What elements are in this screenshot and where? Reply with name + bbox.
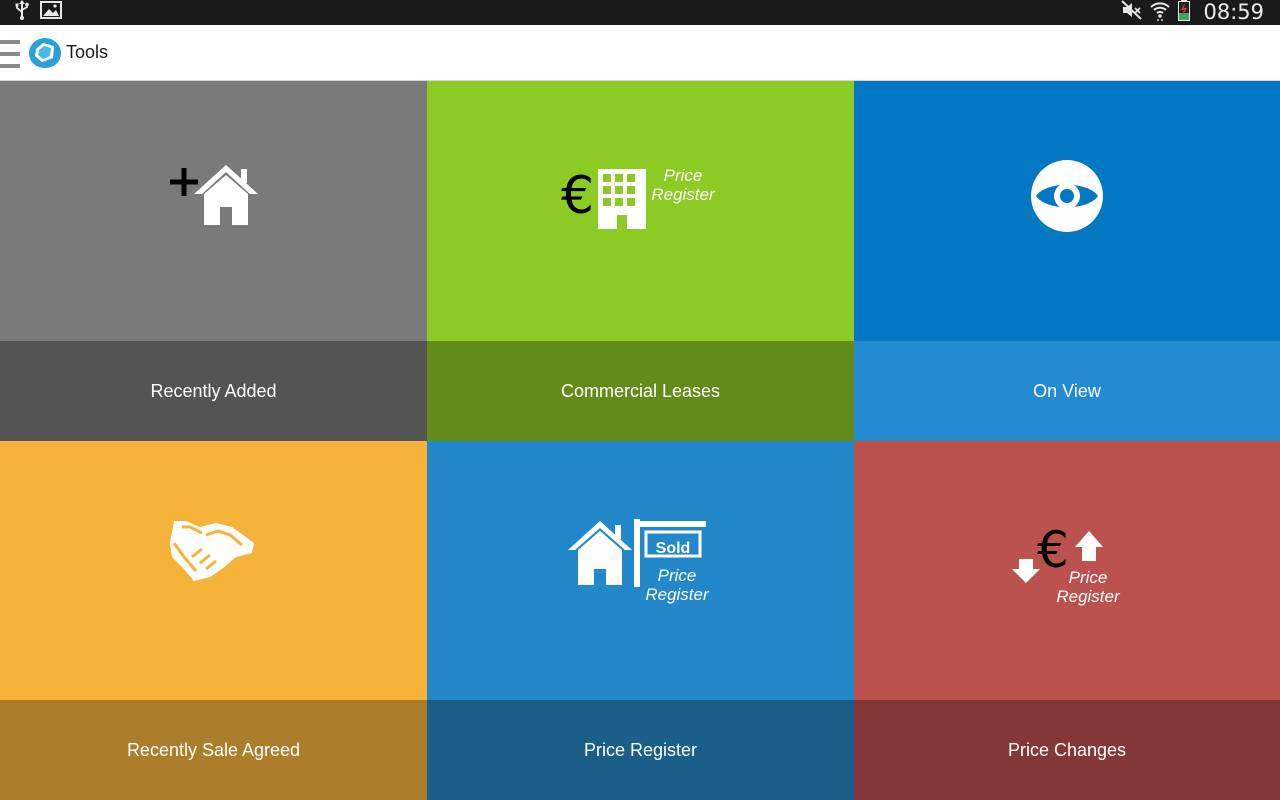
wifi-icon xyxy=(1149,0,1171,26)
sold-price-register-text: Sold Price Register xyxy=(645,540,710,604)
svg-text:Price: Price xyxy=(664,166,703,185)
tile-label: Recently Sale Agreed xyxy=(0,700,427,800)
price-register-text: Price Register xyxy=(1056,568,1121,606)
tile-label: Commercial Leases xyxy=(427,341,854,441)
app-logo[interactable] xyxy=(28,37,62,69)
tile-commercial-leases[interactable]: € Price Register Commercial Leases xyxy=(427,81,854,441)
usb-icon xyxy=(14,0,30,25)
tile-art xyxy=(0,81,427,341)
tile-price-register[interactable]: Sold Price Register Price Register xyxy=(427,441,854,800)
handshake-icon xyxy=(170,521,254,581)
image-notification-icon xyxy=(40,1,62,24)
status-clock: 08:59 xyxy=(1203,0,1264,24)
add-house-icon xyxy=(170,165,258,225)
tile-recently-added[interactable]: Recently Added xyxy=(0,81,427,441)
tile-label: Recently Added xyxy=(0,341,427,441)
status-bar-system: 08:59 xyxy=(1121,0,1264,25)
tile-recently-sale-agreed[interactable]: Recently Sale Agreed xyxy=(0,441,427,800)
battery-icon xyxy=(1177,0,1191,26)
tile-on-view[interactable]: On View xyxy=(854,81,1280,441)
app-title: Tools xyxy=(66,42,109,62)
price-register-text: Price Register xyxy=(651,166,716,204)
svg-text:€: € xyxy=(561,166,594,226)
hamburger-menu-icon[interactable] xyxy=(0,40,22,70)
tile-art: € Price Register xyxy=(427,81,854,341)
action-bar: Tools xyxy=(0,25,1280,81)
svg-text:Register: Register xyxy=(645,585,710,604)
tile-label: Price Register xyxy=(427,700,854,800)
svg-text:Price: Price xyxy=(658,566,697,585)
eye-icon xyxy=(1031,160,1103,232)
status-bar: 08:59 xyxy=(0,0,1280,25)
svg-text:Register: Register xyxy=(651,185,716,204)
tile-art: Sold Price Register xyxy=(427,441,854,700)
tools-grid: Recently Added € Price Register Commerci… xyxy=(0,81,1280,800)
svg-text:Register: Register xyxy=(1056,587,1121,606)
tile-label: Price Changes xyxy=(854,700,1280,800)
mute-icon xyxy=(1121,0,1143,25)
tile-price-changes[interactable]: € Price Register Price Changes xyxy=(854,441,1280,800)
status-bar-notifications xyxy=(14,0,62,25)
tile-art: € Price Register xyxy=(854,441,1280,700)
tile-art xyxy=(0,441,427,700)
tile-art xyxy=(854,81,1280,341)
svg-text:Sold: Sold xyxy=(656,540,691,557)
svg-text:Price: Price xyxy=(1069,568,1108,587)
tile-label: On View xyxy=(854,341,1280,441)
